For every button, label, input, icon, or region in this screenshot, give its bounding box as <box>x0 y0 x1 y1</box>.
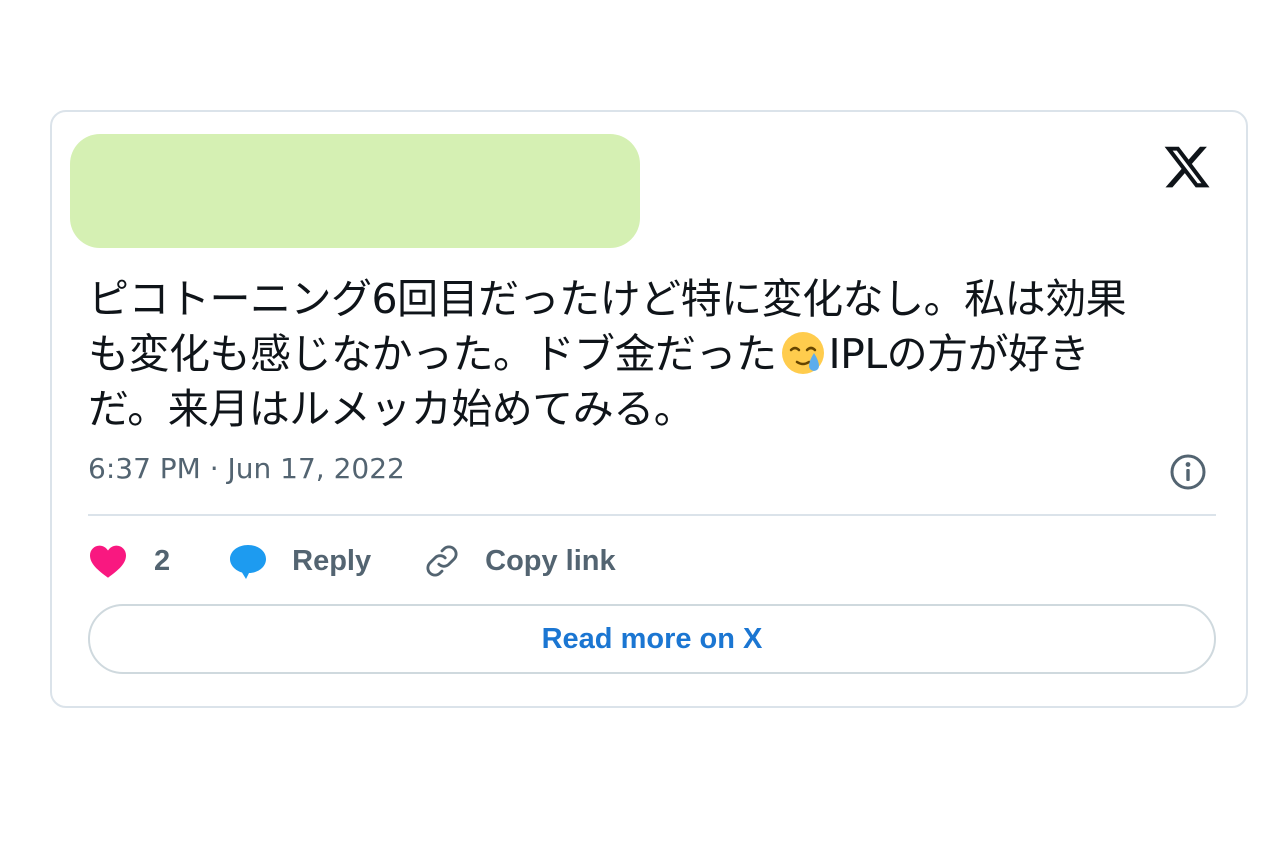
reply-bubble-icon <box>230 545 267 579</box>
tweet-timestamp[interactable]: 6:37 PM · Jun 17, 2022 <box>88 452 405 485</box>
copy-link-label: Copy link <box>485 544 616 577</box>
reply-label: Reply <box>292 544 372 577</box>
like-button[interactable]: 2 <box>88 543 170 579</box>
face-holding-back-tears-emoji <box>781 332 824 374</box>
action-bar: 2 Reply Copy link <box>88 538 616 584</box>
copy-link-button[interactable]: Copy link <box>423 542 616 580</box>
author-redacted-block <box>70 134 640 248</box>
heart-icon <box>90 545 126 578</box>
like-count: 2 <box>154 544 171 577</box>
x-logo-icon[interactable] <box>1162 142 1212 192</box>
read-more-button[interactable]: Read more on X <box>88 604 1216 674</box>
info-icon[interactable] <box>1168 452 1208 492</box>
divider <box>88 514 1216 516</box>
link-icon <box>426 545 458 577</box>
reply-button[interactable]: Reply <box>228 542 371 580</box>
tweet-embed-card: ピコトーニング6回目だったけど特に変化なし。私は効果 も変化も感じなかった。ドブ… <box>50 110 1248 708</box>
tweet-text: ピコトーニング6回目だったけど特に変化なし。私は効果 も変化も感じなかった。ドブ… <box>88 272 1228 437</box>
